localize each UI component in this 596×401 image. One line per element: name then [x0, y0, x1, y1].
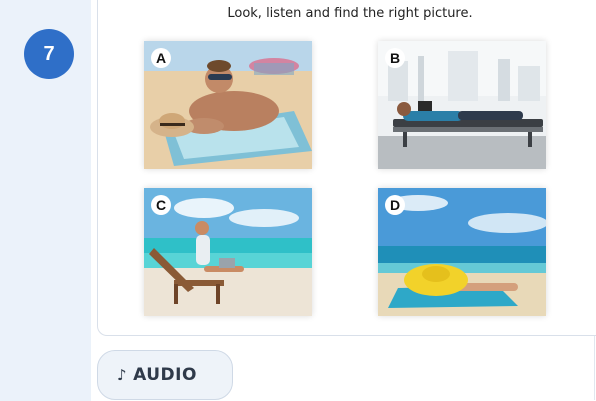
exercise-instruction: Look, listen and find the right picture.	[227, 6, 473, 21]
picture-d[interactable]: D	[378, 188, 546, 316]
audio-button[interactable]: ♪ AUDIO	[97, 350, 233, 400]
picture-b[interactable]: B	[378, 41, 546, 169]
picture-b-letter: B	[385, 48, 405, 68]
music-note-icon: ♪	[117, 366, 128, 384]
picture-a[interactable]: A	[144, 41, 312, 169]
picture-a-letter: A	[151, 48, 171, 68]
picture-d-letter: D	[385, 195, 405, 215]
exercise-number-badge: 7	[24, 29, 74, 79]
audio-button-label: AUDIO	[133, 365, 197, 385]
picture-c-letter: C	[151, 195, 171, 215]
picture-c[interactable]: C	[144, 188, 312, 316]
